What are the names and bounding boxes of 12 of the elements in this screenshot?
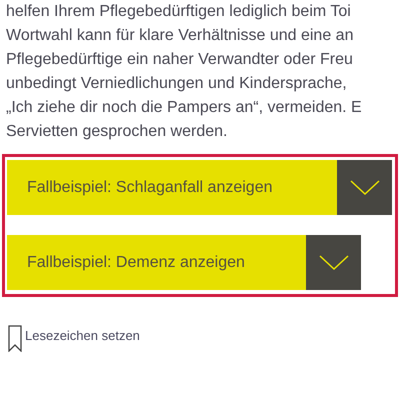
bookmark-icon xyxy=(8,325,22,352)
bookmark-link[interactable]: Lesezeichen setzen xyxy=(8,325,400,352)
paragraph-line: Servietten gesprochen werden. xyxy=(6,122,228,142)
paragraph-line: Wortwahl kann für klare Verhältnisse und eine an xyxy=(6,26,354,46)
chevron-icon xyxy=(318,254,348,270)
paragraph-line: helfen Ihrem Pflegebedürftigen lediglich beim Toi xyxy=(6,2,352,22)
accordion-toggle[interactable]: Fallbeispiel: Demenz anzeigen xyxy=(7,235,361,290)
paragraph-line: unbedingt Verniedlichungen und Kindersprache, xyxy=(6,74,348,94)
paragraph-line: „Ich ziehe dir noch die Pampers an“, vermeiden. E xyxy=(6,98,363,118)
chevron-icon xyxy=(350,180,380,196)
accordion-toggle[interactable]: Fallbeispiel: Schlaganfall anzeigen xyxy=(7,160,392,215)
paragraph-line: Pflegebedürftige ein naher Verwandter oder Freu xyxy=(6,50,354,70)
